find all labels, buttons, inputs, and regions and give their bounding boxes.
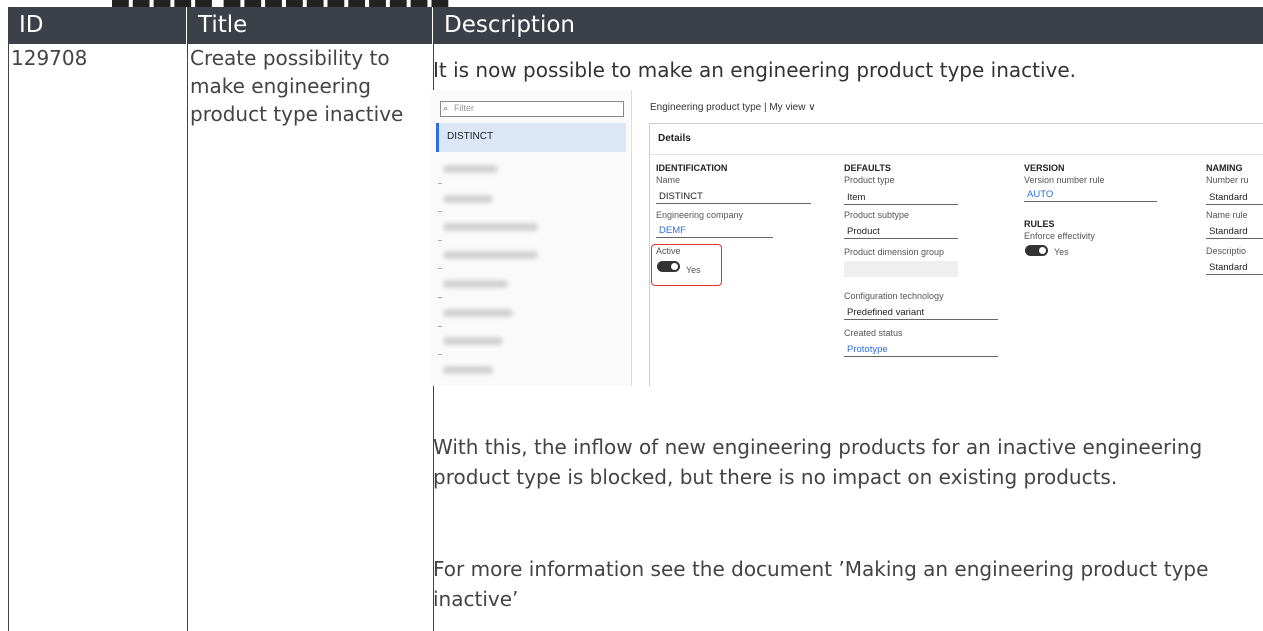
name-field[interactable]: DISTINCT — [656, 189, 811, 204]
product-subtype-label: Product subtype — [844, 210, 910, 220]
column-border-left — [8, 44, 9, 631]
dimension-group-label: Product dimension group — [844, 247, 945, 257]
highlight-box — [651, 244, 722, 286]
version-heading: VERSION — [1024, 163, 1065, 173]
list-item-blurred[interactable] — [443, 366, 493, 374]
filter-input[interactable]: ⌕ Filter — [440, 101, 624, 117]
details-divider — [650, 154, 1263, 155]
number-rule-field[interactable]: Standard — [1206, 190, 1263, 205]
company-field[interactable]: DEMF — [656, 223, 773, 238]
row-description-paragraph: With this, the inflow of new engineering… — [433, 435, 1203, 489]
list-separator — [438, 240, 442, 241]
config-tech-label: Configuration technology — [844, 291, 944, 301]
enforce-label: Enforce effectivity — [1024, 231, 1095, 241]
search-icon: ⌕ — [443, 103, 449, 113]
list-separator — [438, 354, 442, 355]
list-item-blurred[interactable] — [443, 280, 508, 288]
list-item-blurred[interactable] — [443, 195, 493, 203]
page-header[interactable]: Engineering product type | My view ∨ — [650, 102, 816, 113]
version-rule-field[interactable]: AUTO — [1024, 187, 1157, 202]
row-description-intro: It is now possible to make an engineerin… — [433, 58, 1077, 82]
list-item-blurred[interactable] — [443, 309, 513, 317]
header-id: ID — [8, 7, 187, 44]
defaults-heading: DEFAULTS — [844, 163, 891, 173]
row-title: Create possibility to make engineering p… — [190, 46, 404, 126]
list-item-blurred[interactable] — [443, 223, 538, 231]
name-rule-label: Name rule — [1206, 210, 1248, 220]
row-description-reference: For more information see the document ’M… — [433, 557, 1209, 611]
header-title: Title — [187, 7, 433, 44]
created-status-label: Created status — [844, 328, 903, 338]
product-type-label: Product type — [844, 175, 895, 185]
description-rule-label: Descriptio — [1206, 246, 1247, 256]
description-rule-field[interactable]: Standard — [1206, 260, 1263, 275]
enforce-value: Yes — [1054, 247, 1069, 257]
detail-pane: Engineering product type | My view ∨ Det… — [641, 90, 1263, 386]
product-subtype-field[interactable]: Product — [844, 224, 958, 239]
list-item-blurred[interactable] — [443, 165, 498, 173]
naming-heading: NAMING — [1206, 163, 1243, 173]
number-rule-label: Number ru — [1206, 175, 1249, 185]
list-separator — [438, 211, 442, 212]
enforce-toggle[interactable] — [1025, 245, 1048, 256]
column-border-id — [187, 44, 188, 631]
version-rule-label: Version number rule — [1024, 175, 1105, 185]
list-item-blurred[interactable] — [443, 337, 503, 345]
details-tab[interactable]: Details — [658, 133, 691, 144]
company-label: Engineering company — [656, 210, 744, 220]
details-panel: Details IDENTIFICATION Name DISTINCT Eng… — [649, 123, 1263, 386]
config-tech-field[interactable]: Predefined variant — [844, 305, 998, 320]
dimension-group-field[interactable] — [844, 261, 958, 277]
list-separator — [438, 297, 442, 298]
rules-heading: RULES — [1024, 219, 1055, 229]
list-pane: ⌕ Filter DISTINCT — [431, 90, 632, 386]
identification-heading: IDENTIFICATION — [656, 163, 728, 173]
list-separator — [438, 326, 442, 327]
name-label: Name — [656, 175, 681, 185]
list-separator — [438, 268, 442, 269]
list-item-selected[interactable]: DISTINCT — [436, 123, 626, 152]
name-rule-field[interactable]: Standard — [1206, 224, 1263, 239]
list-item-label: DISTINCT — [447, 131, 494, 142]
row-id: 129708 — [11, 46, 88, 70]
header-description: Description — [433, 7, 1263, 44]
created-status-field[interactable]: Prototype — [844, 342, 998, 357]
list-item-blurred[interactable] — [443, 251, 538, 259]
list-separator — [438, 183, 442, 184]
filter-placeholder: Filter — [454, 103, 474, 113]
product-type-field[interactable]: Item — [844, 190, 958, 205]
embedded-screenshot: ⌕ Filter DISTINCT Engineering product ty… — [431, 90, 1263, 386]
